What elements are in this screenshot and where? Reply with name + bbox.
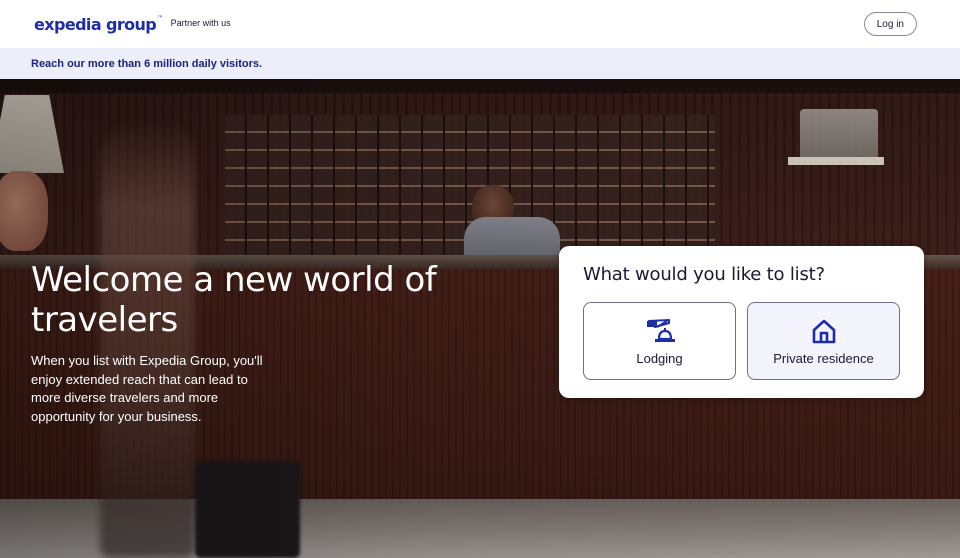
partner-label: Partner with us — [170, 18, 231, 28]
hero-description: When you list with Expedia Group, you'll… — [31, 353, 263, 424]
login-button[interactable]: Log in — [863, 12, 917, 36]
banner-text: Reach our more than 6 million daily visi… — [31, 57, 263, 70]
listing-card-title: What would you like to list? — [583, 264, 825, 285]
house-icon — [809, 317, 839, 345]
private-residence-label: Private residence — [773, 350, 874, 366]
lodging-option[interactable]: Lodging — [583, 302, 736, 380]
promo-banner: Reach our more than 6 million daily visi… — [0, 48, 960, 79]
listing-options: Lodging Private residence — [583, 302, 900, 380]
lodging-label: Lodging — [636, 350, 683, 366]
site-header: expedia group™ Partner with us Log in — [0, 0, 960, 48]
private-residence-option[interactable]: Private residence — [747, 302, 900, 380]
expedia-group-logo: expedia group™ — [34, 14, 163, 34]
hero-title: Welcome a new world of travelers — [31, 260, 437, 340]
reception-bell-icon — [645, 317, 675, 345]
brand-link[interactable]: expedia group™ Partner with us — [34, 15, 231, 34]
listing-type-card: What would you like to list? Lodging Pri… — [559, 246, 924, 398]
